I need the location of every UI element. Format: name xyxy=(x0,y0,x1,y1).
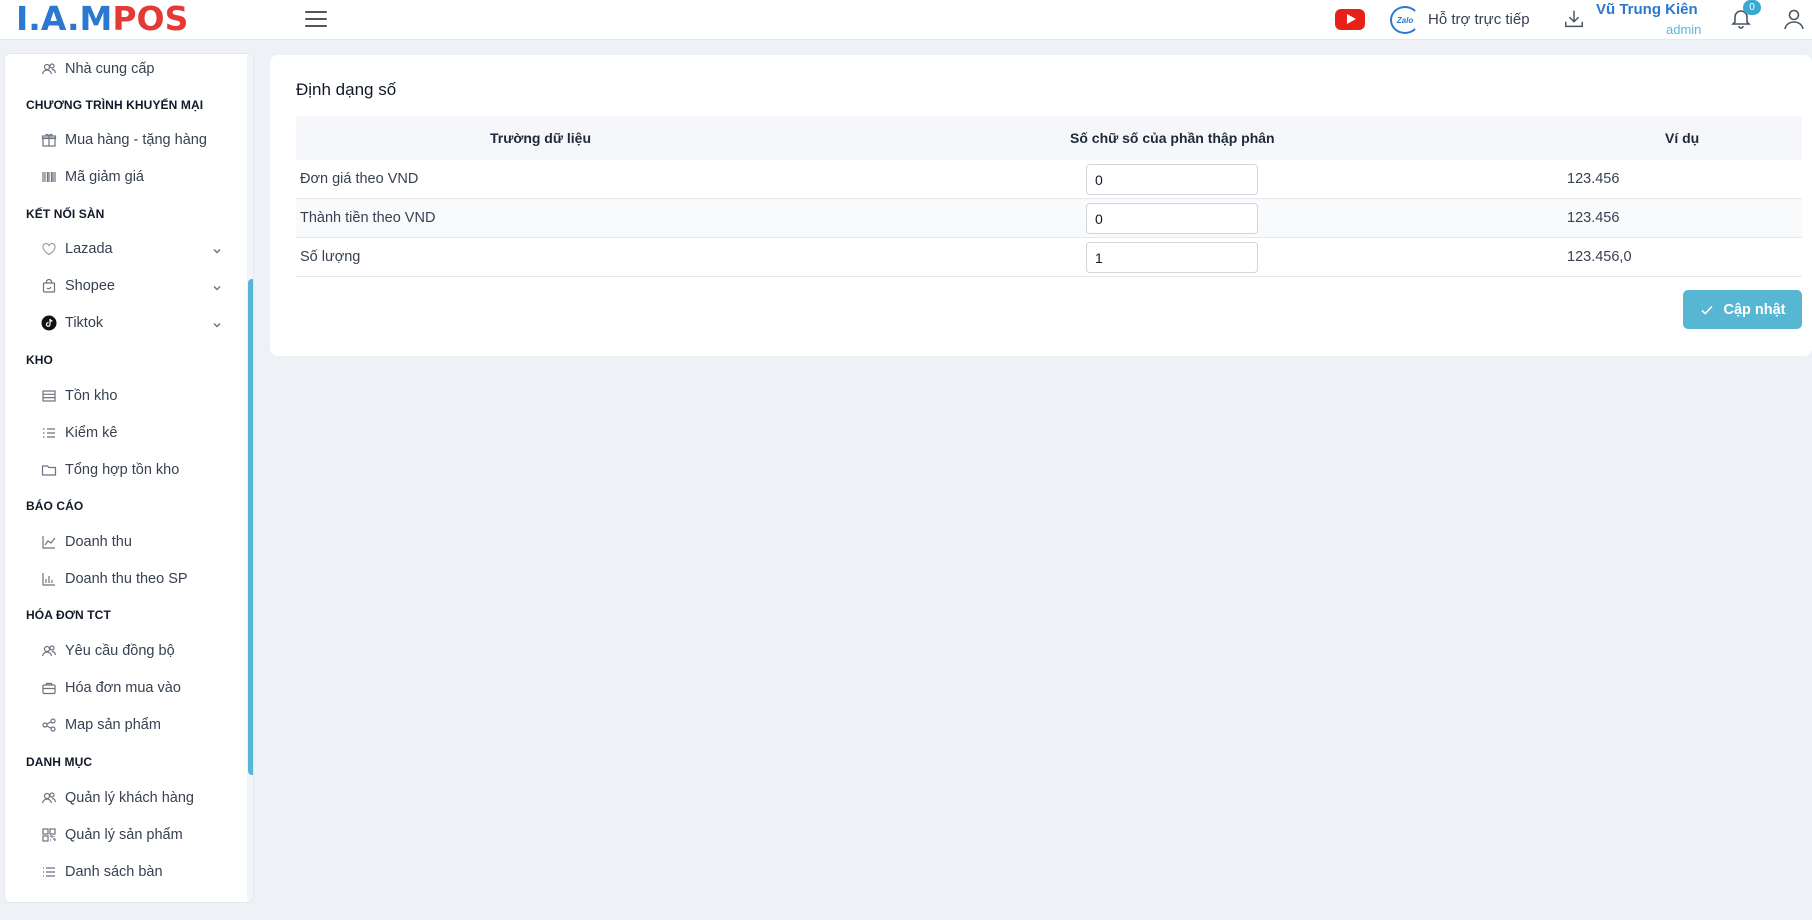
user-name[interactable]: Vũ Trung Kiên xyxy=(1596,1,1698,18)
tiktok-icon xyxy=(41,315,57,331)
decimals-input[interactable] xyxy=(1086,164,1258,195)
share-icon xyxy=(42,718,56,732)
table-row: Số lượng 123.456,0 xyxy=(296,238,1802,277)
top-header: I.A.MPOS Zalo Hỗ trợ trực tiếp Vũ Trung … xyxy=(0,0,1812,40)
section-tct-invoices: HÓA ĐƠN TCT xyxy=(26,608,111,622)
heart-icon xyxy=(42,242,56,256)
briefcase-icon xyxy=(42,682,56,695)
sidebar-item-discount-code[interactable]: Mã giảm giá xyxy=(41,169,144,185)
download-icon[interactable] xyxy=(1562,8,1586,30)
sidebar-item-label: Quản lý sản phẩm xyxy=(65,827,183,843)
checklist-icon xyxy=(43,428,55,438)
section-marketplace: KẾT NỐI SÀN xyxy=(26,207,105,221)
sidebar-item-label: Shopee xyxy=(65,278,115,294)
example-value: 123.456 xyxy=(1567,171,1620,187)
sidebar-item-purchase-invoices[interactable]: Hóa đơn mua vào xyxy=(41,680,181,696)
sidebar-item-inventory-check[interactable]: Kiểm kê xyxy=(41,425,117,441)
decimals-input[interactable] xyxy=(1086,203,1258,234)
sidebar-item-buy-gift[interactable]: Mua hàng - tặng hàng xyxy=(41,132,207,148)
sidebar-item-label: Lazada xyxy=(65,241,113,257)
sidebar-item-label: Hóa đơn mua vào xyxy=(65,680,181,696)
field-name: Đơn giá theo VND xyxy=(300,171,419,187)
logo-part-iam: I.A.M xyxy=(16,0,113,38)
sidebar-item-tiktok[interactable]: Tiktok xyxy=(41,315,103,331)
sidebar-item-label: Tiktok xyxy=(65,315,104,331)
section-warehouse: KHO xyxy=(26,353,53,367)
list-icon xyxy=(42,390,56,402)
number-format-table: Trường dữ liệu Số chữ số của phần thập p… xyxy=(296,116,1802,277)
decimals-input[interactable] xyxy=(1086,242,1258,273)
sidebar-item-shopee[interactable]: Shopee xyxy=(41,278,115,294)
sidebar-item-customers[interactable]: Quản lý khách hàng xyxy=(41,790,194,806)
sidebar-item-label: Doanh thu theo SP xyxy=(65,571,188,587)
sidebar-scrollbar-thumb[interactable] xyxy=(248,279,253,775)
sidebar-item-label: Mua hàng - tặng hàng xyxy=(65,132,207,148)
user-icon[interactable] xyxy=(1782,6,1806,32)
sidebar-item-products[interactable]: Quản lý sản phẩm xyxy=(41,827,183,843)
section-promotions: CHƯƠNG TRÌNH KHUYẾN MẠI xyxy=(26,98,204,112)
sidebar-item-label: Doanh thu xyxy=(65,534,132,550)
qr-icon xyxy=(42,828,56,842)
zalo-icon[interactable]: Zalo xyxy=(1390,6,1420,34)
users-icon xyxy=(41,792,57,804)
column-header-decimals: Số chữ số của phần thập phân xyxy=(1070,130,1275,146)
field-name: Số lượng xyxy=(300,249,361,265)
example-value: 123.456 xyxy=(1567,210,1620,226)
sidebar-item-revenue-by-product[interactable]: Doanh thu theo SP xyxy=(41,571,188,587)
update-button[interactable]: Cập nhật xyxy=(1683,290,1802,329)
example-value: 123.456,0 xyxy=(1567,249,1632,265)
youtube-icon[interactable] xyxy=(1335,9,1365,30)
folder-icon xyxy=(41,465,57,476)
table-row: Đơn giá theo VND 123.456 xyxy=(296,160,1802,199)
sidebar-item-label: Tồn kho xyxy=(65,388,118,404)
sidebar-item-label: Mã giảm giá xyxy=(65,169,144,185)
table-row: Thành tiền theo VND 123.456 xyxy=(296,199,1802,238)
sidebar-item-product-map[interactable]: Map sản phẩm xyxy=(41,717,161,733)
sidebar-item-stock[interactable]: Tồn kho xyxy=(41,388,117,404)
sidebar-item-label: Nhà cung cấp xyxy=(65,61,155,77)
users-icon xyxy=(41,645,57,657)
sidebar: Nhà cung cấp CHƯƠNG TRÌNH KHUYẾN MẠI Mua… xyxy=(4,53,254,903)
sidebar-item-label: Kiểm kê xyxy=(65,425,118,441)
sidebar-item-sync-request[interactable]: Yêu cầu đồng bộ xyxy=(41,643,175,659)
chevron-down-icon[interactable] xyxy=(211,282,223,294)
user-role: admin xyxy=(1666,22,1702,37)
update-button-label: Cập nhật xyxy=(1723,301,1786,318)
logo-part-pos: POS xyxy=(112,0,189,38)
app-logo[interactable]: I.A.MPOS xyxy=(16,1,188,37)
column-header-field: Trường dữ liệu xyxy=(490,130,592,146)
support-link[interactable]: Hỗ trợ trực tiếp xyxy=(1428,11,1530,28)
users-icon xyxy=(41,63,57,75)
sidebar-item-label: Yêu cầu đồng bộ xyxy=(65,643,175,659)
sidebar-item-label: Danh sách bàn xyxy=(65,864,163,880)
bar-chart-icon xyxy=(42,573,55,586)
page-title: Định dạng số xyxy=(296,80,397,99)
list-icon xyxy=(43,867,55,877)
line-chart-icon xyxy=(42,536,56,549)
chevron-down-icon[interactable] xyxy=(211,245,223,257)
sidebar-item-tables[interactable]: Danh sách bàn xyxy=(41,864,163,880)
sidebar-item-lazada[interactable]: Lazada xyxy=(41,241,113,257)
bag-icon xyxy=(42,278,56,293)
sidebar-item-label: Quản lý khách hàng xyxy=(65,790,194,806)
field-name: Thành tiền theo VND xyxy=(300,210,436,226)
barcode-icon xyxy=(42,172,56,182)
sidebar-item-revenue[interactable]: Doanh thu xyxy=(41,534,132,550)
column-header-example: Ví dụ xyxy=(1665,130,1700,146)
notification-badge: 0 xyxy=(1743,0,1761,15)
chevron-down-icon[interactable] xyxy=(211,319,223,331)
gift-icon xyxy=(41,133,57,147)
sidebar-item-label: Tổng hợp tồn kho xyxy=(65,462,180,478)
section-catalog: DANH MỤC xyxy=(26,755,93,769)
check-icon xyxy=(1701,305,1714,315)
table-header: Trường dữ liệu Số chữ số của phần thập p… xyxy=(296,116,1802,160)
sidebar-item-stock-summary[interactable]: Tổng hợp tồn kho xyxy=(41,462,179,478)
section-reports: BÁO CÁO xyxy=(26,499,84,513)
menu-toggle-icon[interactable] xyxy=(305,11,327,27)
sidebar-item-label: Map sản phẩm xyxy=(65,717,161,733)
number-format-panel: Định dạng số Trường dữ liệu Số chữ số củ… xyxy=(270,55,1812,356)
sidebar-item-suppliers[interactable]: Nhà cung cấp xyxy=(41,61,154,77)
